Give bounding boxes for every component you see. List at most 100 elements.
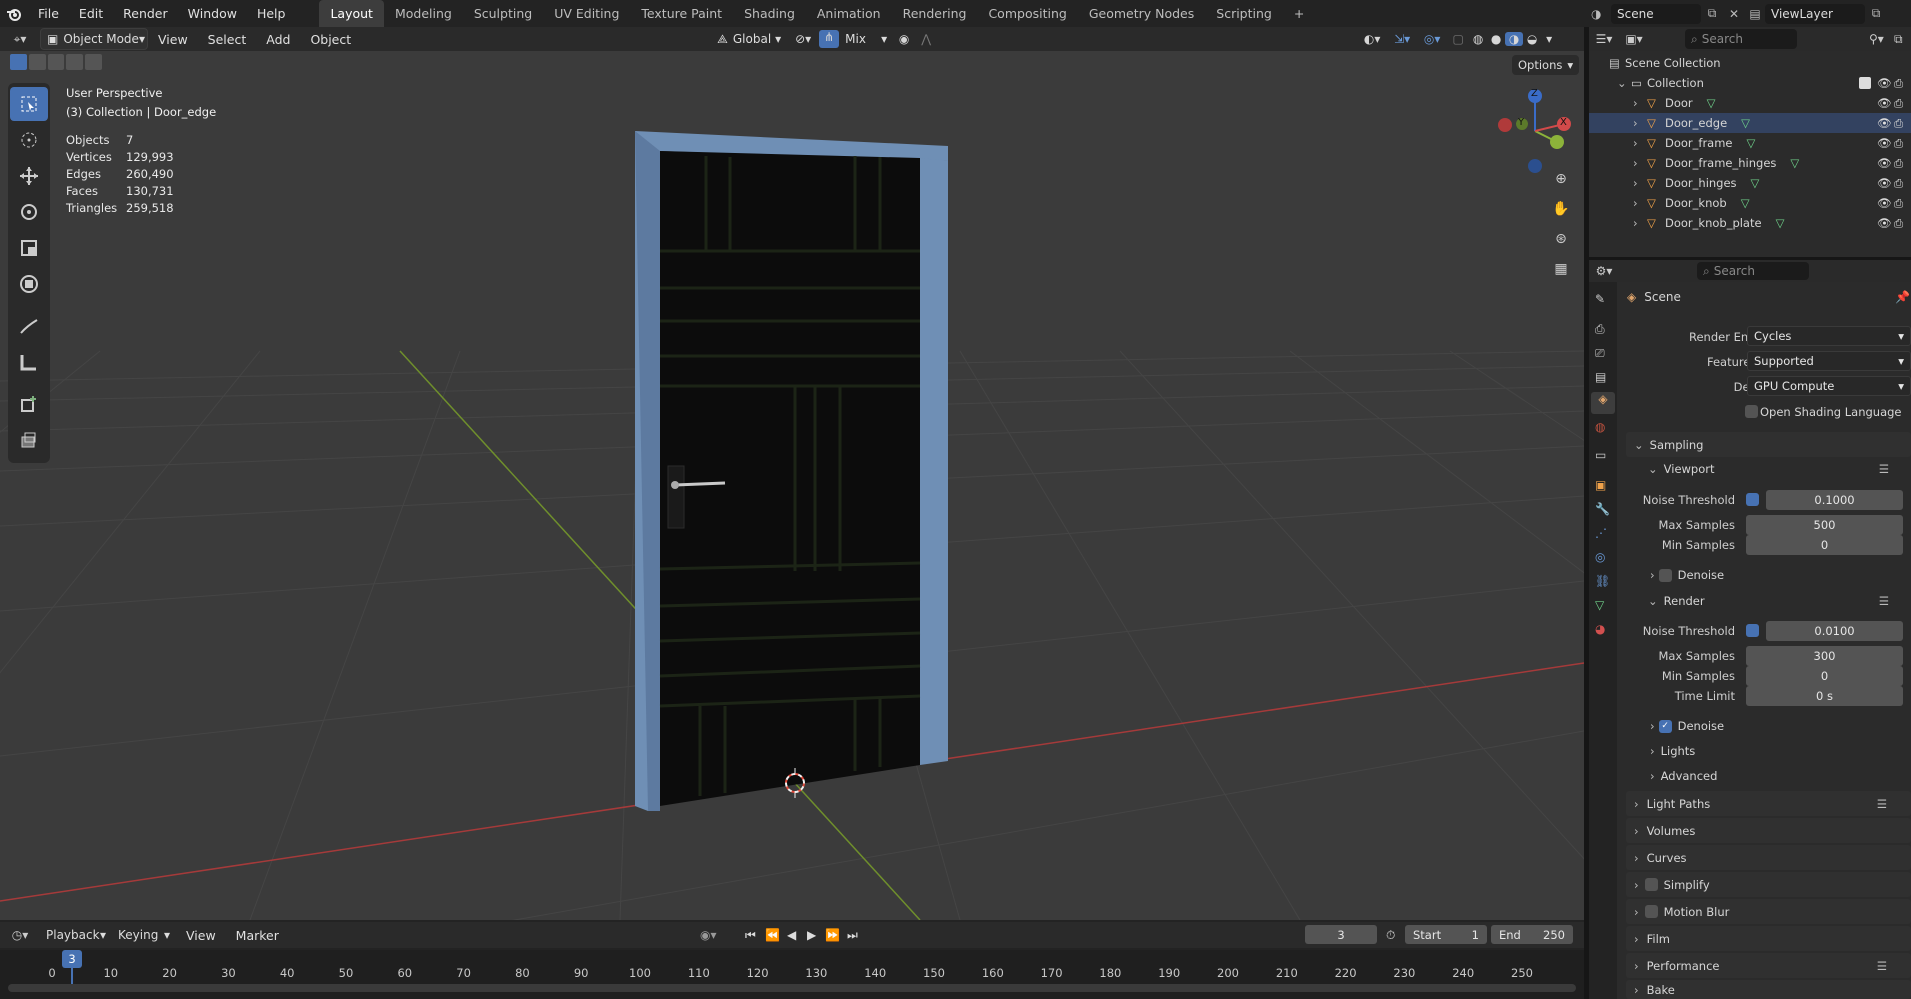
expand-arrow-icon[interactable]: › — [1633, 196, 1647, 210]
new-view-layer-icon[interactable]: ⧉ — [1865, 6, 1887, 21]
play-icon[interactable]: ▶ — [807, 928, 816, 942]
curves-section[interactable]: › Curves — [1626, 845, 1911, 870]
properties-editor-icon[interactable]: ⚙▾ — [1589, 264, 1619, 278]
outliner-item-door-edge[interactable]: › ▽ Door_edge ▽ 👁 ⎙ — [1589, 113, 1911, 133]
presets-icon[interactable]: ☰ — [1877, 797, 1887, 811]
display-mode-icon[interactable]: ▣▾ — [1619, 32, 1649, 46]
advanced-subsection[interactable]: › Advanced — [1646, 766, 1911, 786]
camera-icon[interactable]: ⎙ — [1894, 136, 1903, 151]
jump-next-keyframe-icon[interactable]: ⏩ — [825, 928, 840, 942]
gizmo-toggle-icon[interactable]: ⇲▾ — [1387, 32, 1417, 46]
tab-shading[interactable]: Shading — [733, 0, 806, 27]
snap-icon[interactable]: ⋔ — [819, 30, 840, 48]
lights-subsection[interactable]: › Lights — [1646, 741, 1911, 761]
eye-icon[interactable]: 👁 — [1877, 96, 1892, 110]
pivot-point-icon[interactable]: ⊘▾ — [787, 32, 819, 46]
eye-icon[interactable]: 👁 — [1877, 176, 1892, 190]
outliner-item-door[interactable]: › ▽ Door ▽ 👁 ⎙ — [1589, 93, 1911, 113]
outliner-item-door-knob[interactable]: › ▽ Door_knob ▽ 👁 ⎙ — [1589, 193, 1911, 213]
render-noise-threshold-checkbox[interactable] — [1746, 624, 1759, 637]
eye-icon[interactable]: 👁 — [1877, 196, 1892, 210]
3d-viewport[interactable]: User Perspective (3) Collection | Door_e… — [0, 51, 1584, 920]
output-tab-icon[interactable]: ⎚ — [1595, 346, 1605, 361]
scene-icon[interactable]: ◑ — [1591, 7, 1611, 21]
outliner-item-door-knob-plate[interactable]: › ▽ Door_knob_plate ▽ 👁 ⎙ — [1589, 213, 1911, 233]
render-max-samples-field[interactable]: 300 — [1746, 646, 1903, 666]
camera-view-icon[interactable]: ⊛ — [1549, 231, 1573, 255]
snap-blend-selector[interactable]: Mix ▾ — [839, 28, 893, 50]
tab-animation[interactable]: Animation — [806, 0, 892, 27]
data-tab-icon[interactable]: ▽ — [1595, 598, 1604, 612]
expand-arrow-icon[interactable]: › — [1633, 116, 1647, 130]
keying-menu[interactable]: Keying ▾ — [112, 924, 176, 946]
transform-tool-icon[interactable] — [10, 267, 48, 301]
view-layer-selector[interactable]: ViewLayer — [1765, 3, 1865, 24]
camera-icon[interactable]: ⎙ — [1894, 116, 1903, 131]
xray-icon[interactable]: ▢ — [1447, 32, 1469, 46]
presets-icon[interactable]: ☰ — [1879, 462, 1889, 476]
rendered-shading-icon[interactable]: ◒ — [1523, 32, 1541, 46]
outliner-item-door-frame-hinges[interactable]: › ▽ Door_frame_hinges ▽ 👁 ⎙ — [1589, 153, 1911, 173]
filter-icon[interactable]: ⚲▾ — [1869, 32, 1884, 46]
expand-arrow-icon[interactable]: › — [1633, 176, 1647, 190]
jump-start-icon[interactable]: ⏮ — [745, 928, 756, 943]
render-subsection[interactable]: ⌄ Render ☰ — [1640, 590, 1911, 612]
menu-render[interactable]: Render — [113, 0, 178, 27]
properties-search[interactable]: ⌕ Search — [1697, 262, 1809, 280]
sampling-section[interactable]: ⌄ Sampling — [1626, 432, 1911, 457]
measure-tool-icon[interactable] — [10, 345, 48, 379]
tab-uv-editing[interactable]: UV Editing — [543, 0, 630, 27]
scene-selector[interactable]: Scene — [1611, 3, 1701, 24]
falloff-icon[interactable]: ⋀ — [915, 32, 937, 46]
tab-texture-paint[interactable]: Texture Paint — [630, 0, 733, 27]
menu-view[interactable]: View — [148, 26, 198, 53]
constraint-tab-icon[interactable]: ⛓ — [1595, 574, 1610, 588]
tab-geometry-nodes[interactable]: Geometry Nodes — [1078, 0, 1205, 27]
menu-select[interactable]: Select — [198, 26, 257, 53]
preview-range-icon[interactable]: ⏱ — [1386, 928, 1395, 943]
jump-prev-keyframe-icon[interactable]: ⏪ — [765, 928, 780, 942]
presets-icon[interactable]: ☰ — [1877, 959, 1887, 973]
render-denoise-checkbox[interactable]: ✓ — [1658, 719, 1672, 733]
shading-options-icon[interactable]: ▾ — [1541, 32, 1557, 46]
menu-help[interactable]: Help — [247, 0, 296, 27]
extrude-tool-icon[interactable] — [10, 423, 48, 457]
end-frame-field[interactable]: End 250 — [1491, 925, 1573, 944]
select-extend-icon[interactable] — [28, 54, 46, 70]
object-tab-icon[interactable]: ▣ — [1595, 478, 1606, 492]
viewport-max-samples-field[interactable]: 500 — [1746, 515, 1903, 535]
outliner-search[interactable]: ⌕ Search — [1685, 29, 1797, 49]
motion-blur-section[interactable]: › Motion Blur — [1626, 899, 1911, 924]
play-reverse-icon[interactable]: ◀ — [787, 928, 796, 942]
select-intersect-icon[interactable] — [85, 54, 102, 70]
camera-icon[interactable]: ⎙ — [1894, 96, 1903, 111]
scale-tool-icon[interactable] — [10, 231, 48, 265]
simplify-section[interactable]: › Simplify — [1626, 872, 1911, 897]
time-limit-field[interactable]: 0 s — [1746, 686, 1903, 706]
current-frame-field[interactable]: 3 — [1305, 925, 1377, 944]
film-section[interactable]: › Film — [1626, 926, 1911, 951]
expand-arrow-icon[interactable]: › — [1633, 156, 1647, 170]
viewport-noise-threshold-checkbox[interactable] — [1746, 493, 1759, 506]
collection-checkbox[interactable] — [1859, 77, 1871, 89]
perspective-toggle-icon[interactable]: ▦ — [1549, 261, 1573, 285]
eye-icon[interactable]: 👁 — [1877, 116, 1892, 130]
select-subtract-icon[interactable] — [47, 54, 65, 70]
mode-selector[interactable]: ▣ Object Mode ▾ — [40, 28, 148, 50]
viewport-subsection[interactable]: ⌄ Viewport ☰ — [1640, 458, 1911, 480]
pin-icon[interactable]: 📌 — [1895, 290, 1910, 304]
collection-row[interactable]: ⌄ ▭ Collection 👁 ⎙ — [1589, 73, 1911, 93]
menu-window[interactable]: Window — [178, 0, 247, 27]
select-new-icon[interactable] — [10, 54, 27, 70]
hand-pan-icon[interactable]: ✋ — [1549, 201, 1573, 225]
viewport-denoise-checkbox[interactable] — [1658, 568, 1672, 582]
viewport-noise-threshold-field[interactable]: 0.1000 — [1766, 490, 1903, 510]
outliner-item-door-hinges[interactable]: › ▽ Door_hinges ▽ 👁 ⎙ — [1589, 173, 1911, 193]
osl-checkbox[interactable] — [1745, 405, 1758, 418]
select-invert-icon[interactable] — [66, 54, 84, 70]
volumes-section[interactable]: › Volumes — [1626, 818, 1911, 843]
options-dropdown[interactable]: Options ▾ — [1512, 55, 1580, 75]
proportional-edit-icon[interactable]: ◉ — [893, 32, 915, 46]
navigation-gizmo[interactable]: Z Y X — [1490, 86, 1580, 176]
start-frame-field[interactable]: Start 1 — [1405, 925, 1487, 944]
